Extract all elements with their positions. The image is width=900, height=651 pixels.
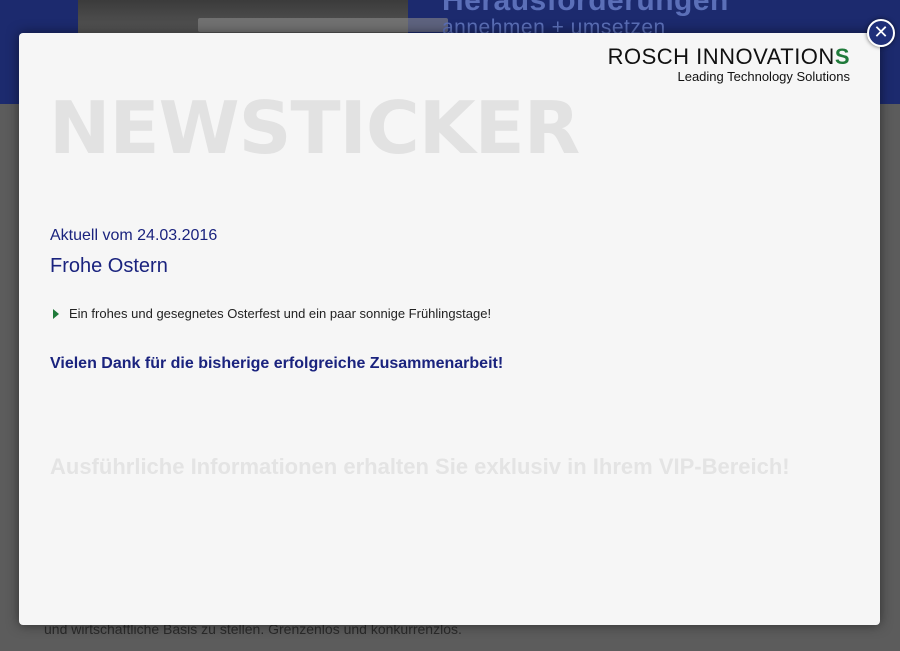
company-logo: ROSCH INNOVATIONS Leading Technology Sol… <box>607 44 850 85</box>
close-icon: ✕ <box>873 22 889 43</box>
header-image-detail <box>198 18 448 32</box>
background-heading: Herausforderungen <box>442 0 729 17</box>
news-bullet-text: Ein frohes und gesegnetes Osterfest und … <box>69 306 492 321</box>
news-bullet-item: Ein frohes und gesegnetes Osterfest und … <box>50 306 491 321</box>
news-title: Frohe Ostern <box>50 255 168 277</box>
vip-info-text: Ausführliche Informationen erhalten Sie … <box>50 454 790 479</box>
triangle-bullet-icon <box>53 308 59 319</box>
thanks-message: Vielen Dank für die bisherige erfolgreic… <box>50 355 504 372</box>
logo-s-mark: S <box>834 44 850 69</box>
news-date: Aktuell vom 24.03.2016 <box>50 227 218 244</box>
newsticker-modal: ROSCH INNOVATIONS Leading Technology Sol… <box>19 33 880 625</box>
logo-tagline: Leading Technology Solutions <box>677 69 850 84</box>
logo-name: ROSCH INNOVATIONS <box>607 44 850 69</box>
close-button[interactable]: ✕ <box>867 19 895 47</box>
newsticker-watermark: NEWSTICKER <box>49 86 580 170</box>
